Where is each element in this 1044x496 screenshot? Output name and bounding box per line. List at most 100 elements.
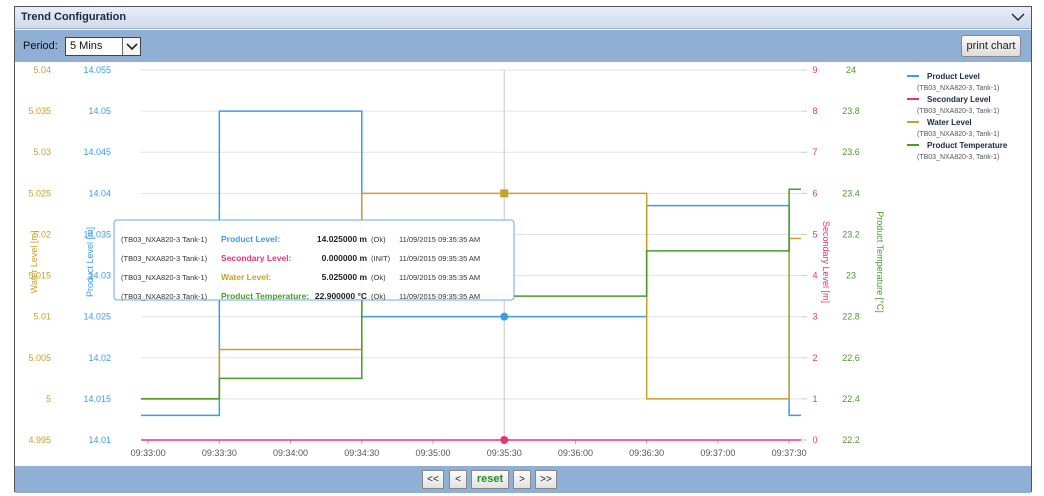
y-tick-label-secondary: 9 xyxy=(812,65,817,75)
y-tick-label-water: 5.03 xyxy=(33,147,51,157)
tooltip-time: 11/09/2015 09:35:35 AM xyxy=(399,254,480,263)
axis-title-water: Water Level [m] xyxy=(29,231,39,294)
tooltip-series-name: Product Temperature: xyxy=(221,291,309,301)
y-tick-label-product: 14.015 xyxy=(83,394,111,404)
x-tick-label: 09:33:00 xyxy=(131,448,166,458)
previous-button[interactable]: < xyxy=(449,470,467,489)
y-tick-label-product: 14.05 xyxy=(88,106,111,116)
marker-water-level xyxy=(500,189,509,198)
marker-secondary-level xyxy=(500,436,509,444)
y-tick-label-product: 14.045 xyxy=(83,147,111,157)
legend-sublabel: (TB03_NXA820-3, Tank-1) xyxy=(917,85,999,92)
tooltip-series-name: Product Level: xyxy=(221,234,280,244)
y-tick-label-secondary: 8 xyxy=(812,106,817,116)
axis-title-product: Product Level [m] xyxy=(85,227,95,297)
data-tooltip: (TB03_NXA820-3 Tank-1) Product Level: 14.0… xyxy=(113,219,515,301)
chart-area: 4.995 5 5.005 5.01 5.015 5.02 5.025 5.03 5.035 5.… xyxy=(15,62,1031,462)
x-tick-label: 09:36:30 xyxy=(629,448,664,458)
y-tick-label-secondary: 7 xyxy=(812,147,817,157)
y-tick-label-secondary: 3 xyxy=(812,312,817,322)
legend-sublabel: (TB03_NXA820-3, Tank-1) xyxy=(917,108,999,115)
x-tick-label: 09:36:00 xyxy=(558,448,593,458)
tooltip-tag: (TB03_NXA820-3 Tank-1) xyxy=(121,273,208,282)
legend-sublabel: (TB03_NXA820-3, Tank-1) xyxy=(917,131,999,138)
period-select[interactable]: 5 Mins xyxy=(65,37,141,56)
dropdown-arrow-icon[interactable] xyxy=(122,38,140,55)
tooltip-status: (Ok) xyxy=(371,235,386,244)
window-title: Trend Configuration xyxy=(21,11,127,23)
tooltip-status: (Ok) xyxy=(371,273,386,282)
x-tick-label: 09:37:30 xyxy=(772,448,807,458)
y-tick-label-secondary: 4 xyxy=(812,271,817,281)
legend-sublabel: (TB03_NXA820-3, Tank-1) xyxy=(917,154,999,161)
axis-title-temperature: Product Temperature [°C] xyxy=(875,211,885,312)
x-tick-label: 09:35:30 xyxy=(487,448,522,458)
tooltip-series-name: Secondary Level: xyxy=(221,253,292,263)
x-tick-label: 09:37:00 xyxy=(700,448,735,458)
chart-toolbar: Period: 5 Mins print chart xyxy=(15,30,1031,62)
y-tick-label-temperature: 24 xyxy=(846,65,856,75)
tooltip-status: (Ok) xyxy=(371,292,386,301)
period-value: 5 Mins xyxy=(70,40,103,52)
print-chart-button[interactable]: print chart xyxy=(961,35,1021,57)
legend-label: Secondary Level xyxy=(927,95,991,104)
tooltip-tag: (TB03_NXA820-3 Tank-1) xyxy=(121,235,208,244)
y-tick-label-water: 5.035 xyxy=(28,106,51,116)
title-bar: Trend Configuration xyxy=(15,7,1031,29)
y-tick-label-secondary: 0 xyxy=(812,435,817,445)
tooltip-status: (INIT) xyxy=(371,254,391,263)
tooltip-value: 14.025000 m xyxy=(317,234,368,244)
y-tick-label-water: 5.025 xyxy=(28,188,51,198)
y-tick-label-temperature: 23.8 xyxy=(842,106,860,116)
chevron-down-icon[interactable] xyxy=(1009,8,1027,26)
first-page-button[interactable]: << xyxy=(422,470,444,489)
next-button[interactable]: > xyxy=(513,470,531,489)
trend-chart: 4.99555.0055.015.0155.025.0255.035.0355.… xyxy=(28,65,1008,458)
last-page-button[interactable]: >> xyxy=(535,470,557,489)
y-tick-label-temperature: 22.2 xyxy=(842,435,860,445)
y-tick-label-secondary: 1 xyxy=(812,394,817,404)
y-tick-label-secondary: 2 xyxy=(812,353,817,363)
trend-window: Trend Configuration Period: 5 Mins print… xyxy=(14,6,1032,493)
y-tick-label-secondary: 5 xyxy=(812,229,817,239)
x-tick-label: 09:34:00 xyxy=(273,448,308,458)
tooltip-value: 5.025000 m xyxy=(322,272,368,282)
tooltip-tag: (TB03_NXA820-3 Tank-1) xyxy=(121,292,208,301)
x-tick-label: 09:33:30 xyxy=(202,448,237,458)
y-tick-label-temperature: 23 xyxy=(846,271,856,281)
legend-label: Product Level xyxy=(927,72,980,81)
tooltip-time: 11/09/2015 09:35:35 AM xyxy=(399,292,480,301)
y-tick-label-temperature: 22.4 xyxy=(842,394,860,404)
navigation-bar: << < reset > >> xyxy=(15,466,1031,493)
tooltip-time: 11/09/2015 09:35:35 AM xyxy=(399,235,480,244)
y-tick-label-product: 14.055 xyxy=(83,65,111,75)
y-tick-label-temperature: 23.2 xyxy=(842,229,860,239)
y-tick-label-product: 14.02 xyxy=(88,353,111,363)
period-label: Period: xyxy=(23,40,58,52)
y-tick-label-temperature: 22.8 xyxy=(842,312,860,322)
y-tick-label-temperature: 23.6 xyxy=(842,147,860,157)
x-tick-label: 09:35:00 xyxy=(415,448,450,458)
marker-product-level xyxy=(500,312,509,321)
tooltip-series-name: Water Level: xyxy=(221,272,271,282)
tooltip-time: 11/09/2015 09:35:35 AM xyxy=(399,273,480,282)
legend-label: Water Level xyxy=(927,118,972,127)
y-tick-label-water: 5 xyxy=(46,394,51,404)
reset-button[interactable]: reset xyxy=(471,470,509,489)
y-tick-label-secondary: 6 xyxy=(812,188,817,198)
y-tick-label-water: 4.995 xyxy=(28,435,51,445)
y-tick-label-temperature: 23.4 xyxy=(842,188,860,198)
y-tick-label-product: 14.01 xyxy=(88,435,111,445)
axis-title-secondary: Secondary Level [m] xyxy=(821,221,831,303)
y-tick-label-water: 5.04 xyxy=(33,65,51,75)
tooltip-value: 22.900000 °C xyxy=(315,291,367,301)
y-tick-label-product: 14.04 xyxy=(88,188,111,198)
x-tick-label: 09:34:30 xyxy=(344,448,379,458)
tooltip-tag: (TB03_NXA820-3 Tank-1) xyxy=(121,254,208,263)
y-tick-label-product: 14.025 xyxy=(83,312,111,322)
legend-label: Product Temperature xyxy=(927,141,1008,150)
y-tick-label-temperature: 22.6 xyxy=(842,353,860,363)
y-tick-label-water: 5.01 xyxy=(33,312,51,322)
tooltip-value: 0.000000 m xyxy=(322,253,368,263)
y-tick-label-water: 5.005 xyxy=(28,353,51,363)
